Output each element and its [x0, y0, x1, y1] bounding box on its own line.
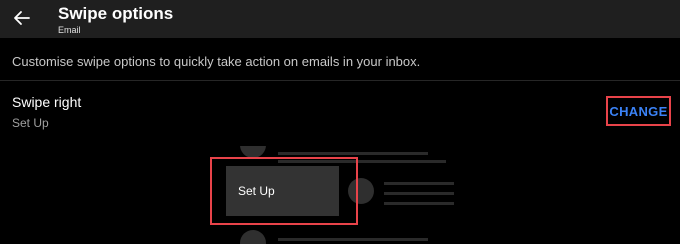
preview-line	[384, 182, 454, 185]
swipe-action-preview[interactable]: Set Up	[226, 166, 339, 216]
page-subtitle: Email	[58, 25, 81, 35]
arrow-left-icon	[14, 11, 30, 25]
preview-line	[384, 192, 454, 195]
change-button[interactable]: CHANGE	[606, 96, 671, 126]
swipe-right-value: Set Up	[12, 116, 49, 130]
swipe-right-label: Swipe right	[12, 94, 82, 110]
preview-line	[384, 202, 454, 205]
preview-line	[278, 152, 428, 155]
preview-line	[278, 238, 428, 241]
app-bar: Swipe options Email	[0, 0, 680, 38]
preview-avatar-bottom	[240, 230, 266, 244]
back-button[interactable]	[8, 4, 36, 32]
page-title: Swipe options	[58, 4, 174, 23]
swipe-options-description: Customise swipe options to quickly take …	[12, 54, 421, 69]
divider	[0, 80, 680, 81]
swipe-action-label: Set Up	[238, 184, 275, 198]
